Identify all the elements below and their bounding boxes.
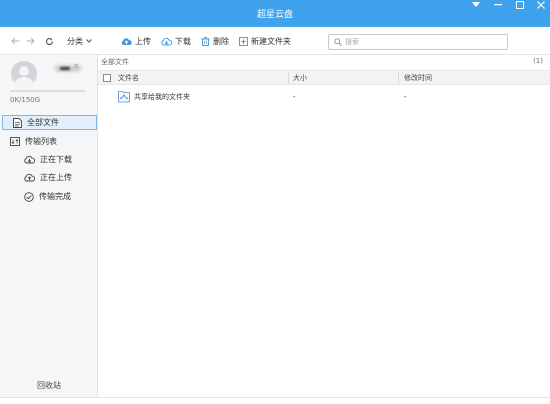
table-header: 文件名 大小 修改时间 [98, 70, 550, 85]
sidebar-item-all-files[interactable]: 全部文件 [2, 115, 97, 130]
new-folder-icon [239, 36, 248, 46]
cloud-download-icon [161, 37, 172, 45]
refresh-icon [45, 37, 54, 45]
breadcrumb[interactable]: 全部文件 [101, 57, 129, 67]
upload-button[interactable]: 上传 [121, 27, 151, 55]
cloud-upload-icon [121, 37, 132, 45]
sidebar-item-completed[interactable]: 传输完成 [0, 189, 98, 204]
minimize-icon[interactable] [490, 0, 505, 10]
file-modified: - [404, 92, 407, 101]
check-circle-icon [24, 191, 34, 202]
maximize-icon[interactable] [512, 0, 527, 10]
recycle-bin-link[interactable]: 回收站 [0, 380, 98, 391]
sidebar-item-uploading[interactable]: 正在上传 [0, 170, 98, 185]
column-header-size[interactable]: 大小 [293, 71, 307, 85]
sidebar-item-label: 传输完成 [39, 192, 71, 201]
close-icon[interactable] [533, 0, 548, 10]
sidebar-item-downloading[interactable]: 正在下载 [0, 152, 98, 167]
shared-folder-icon [118, 91, 130, 103]
user-level-icon: ⇅ [74, 63, 80, 70]
file-name: 共享给我的文件夹 [134, 92, 190, 101]
file-count: (1) [533, 57, 543, 65]
search-input[interactable] [345, 36, 495, 48]
sidebar-item-transfer-list[interactable]: 传输列表 [0, 134, 98, 149]
select-all-checkbox[interactable] [103, 74, 111, 82]
table-row[interactable]: 共享给我的文件夹 - - [98, 87, 550, 106]
sidebar-item-label: 正在下载 [40, 155, 72, 164]
category-dropdown[interactable]: 分类 [67, 27, 92, 55]
search-box[interactable] [328, 34, 508, 50]
forward-button[interactable] [26, 27, 35, 55]
delete-button[interactable]: 删除 [201, 27, 229, 55]
column-divider[interactable] [398, 72, 399, 84]
download-button[interactable]: 下载 [161, 27, 191, 55]
category-label: 分类 [67, 36, 83, 46]
menu-dropdown-icon[interactable] [468, 0, 483, 10]
sidebar-item-label: 正在上传 [40, 173, 72, 182]
column-header-name[interactable]: 文件名 [118, 71, 139, 85]
column-divider[interactable] [288, 72, 289, 84]
sidebar-item-label: 全部文件 [27, 118, 59, 127]
transfer-list-icon [10, 137, 20, 146]
delete-label: 删除 [213, 36, 229, 46]
download-label: 下载 [175, 36, 191, 46]
breadcrumb-bar: 全部文件 (1) [98, 55, 550, 70]
quota-progress-bar [10, 90, 85, 92]
upload-label: 上传 [135, 36, 151, 46]
column-header-modified[interactable]: 修改时间 [404, 71, 432, 85]
window-bottom-edge [0, 397, 550, 404]
chevron-down-icon [86, 39, 92, 43]
cloud-upload-icon [24, 173, 35, 182]
back-button[interactable] [11, 27, 20, 55]
sidebar: ⇅ 0K/150G 全部文件 传输列表 正在下载 正在上传 传输完成 回收站 [0, 55, 98, 397]
refresh-button[interactable] [45, 27, 54, 55]
username-redacted-mark [60, 67, 70, 70]
quota-text: 0K/150G [10, 96, 41, 104]
sidebar-item-label: 传输列表 [25, 137, 57, 146]
search-icon [334, 38, 342, 46]
cloud-download-icon [24, 155, 35, 164]
main-panel: 全部文件 (1) 文件名 大小 修改时间 共享给我的文件夹 - - [98, 55, 550, 397]
document-icon [13, 117, 22, 128]
avatar[interactable] [11, 61, 37, 87]
new-folder-button[interactable]: 新建文件夹 [239, 27, 291, 55]
file-size: - [293, 92, 296, 101]
new-folder-label: 新建文件夹 [251, 36, 291, 46]
title-bar: 超星云盘 [0, 0, 550, 27]
trash-icon [201, 36, 210, 46]
